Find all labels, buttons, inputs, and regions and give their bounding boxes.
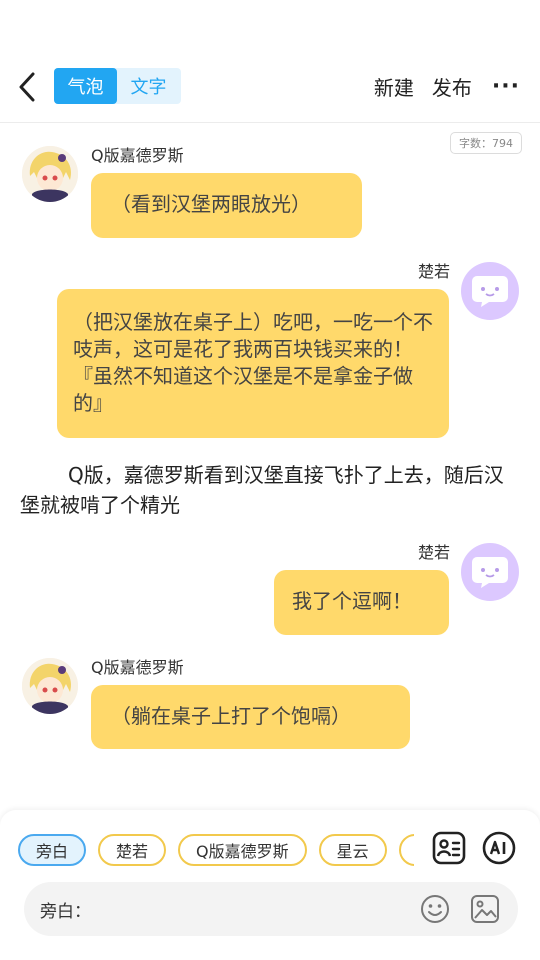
composer-panel: 旁白 楚若 Q版嘉德罗斯 星云 雷 旁白： [0,810,540,960]
avatar-q-jiade[interactable] [22,658,78,714]
speaker-name: 楚若 [417,262,450,281]
message-bubble[interactable]: （躺在桌子上打了个饱嗝） [91,685,410,749]
more-button[interactable]: ··· [492,74,520,99]
chat-bubble-face-icon [472,276,508,307]
top-bar: 气泡 文字 新建 发布 ··· [0,60,540,116]
character-selector: 旁白 楚若 Q版嘉德罗斯 星云 雷 [18,834,414,866]
back-button[interactable] [12,70,42,104]
chat-bubble-face-icon [472,557,508,588]
chibi-character-icon [22,658,78,714]
character-chip-churuo[interactable]: 楚若 [98,834,167,866]
tab-bubble[interactable]: 气泡 [54,68,117,104]
speaker-name: Q版嘉德罗斯 [91,658,184,677]
character-chip-xingyun[interactable]: 星云 [318,834,387,866]
character-chip-lei[interactable]: 雷 [398,834,414,866]
word-count-badge: 字数：794 [450,132,522,154]
avatar-q-jiade[interactable] [22,146,78,202]
header-divider [0,122,540,123]
character-chip-q-jiade[interactable]: Q版嘉德罗斯 [178,834,307,866]
publish-button[interactable]: 发布 [432,72,472,101]
emoji-button[interactable] [419,893,451,925]
message-bubble[interactable]: （看到汉堡两眼放光） [91,173,362,238]
avatar-churuo[interactable] [461,543,519,601]
ai-button[interactable] [481,830,517,866]
ai-icon [482,831,516,865]
emoji-icon [421,895,449,923]
speaker-name: Q版嘉德罗斯 [91,146,184,165]
image-button[interactable] [469,893,501,925]
tab-text[interactable]: 文字 [117,68,180,104]
input-speaker-label: 旁白： [40,902,91,922]
header-actions: 新建 发布 ··· [356,68,520,104]
character-chip-narrator[interactable]: 旁白 [18,834,87,866]
message-bubble[interactable]: （把汉堡放在桌子上）吃吧，一吃一个不吱声，这可是花了我两百块钱买来的！『虽然不知… [57,289,449,438]
chevron-left-icon [19,72,35,102]
character-card-button[interactable] [431,830,467,866]
contact-card-icon [432,831,466,865]
narration-text[interactable]: Q版，嘉德罗斯看到汉堡直接飞扑了上去，随后汉堡就被啃了个精光 [20,460,520,520]
avatar-churuo[interactable] [461,262,519,320]
chibi-character-icon [22,146,78,202]
speaker-name: 楚若 [417,543,450,562]
image-icon [471,895,499,923]
new-button[interactable]: 新建 [374,72,414,101]
message-bubble[interactable]: 我了个逗啊！ [274,570,449,635]
message-input[interactable]: 旁白： [24,882,518,936]
mode-toggle: 气泡 文字 [54,68,181,104]
